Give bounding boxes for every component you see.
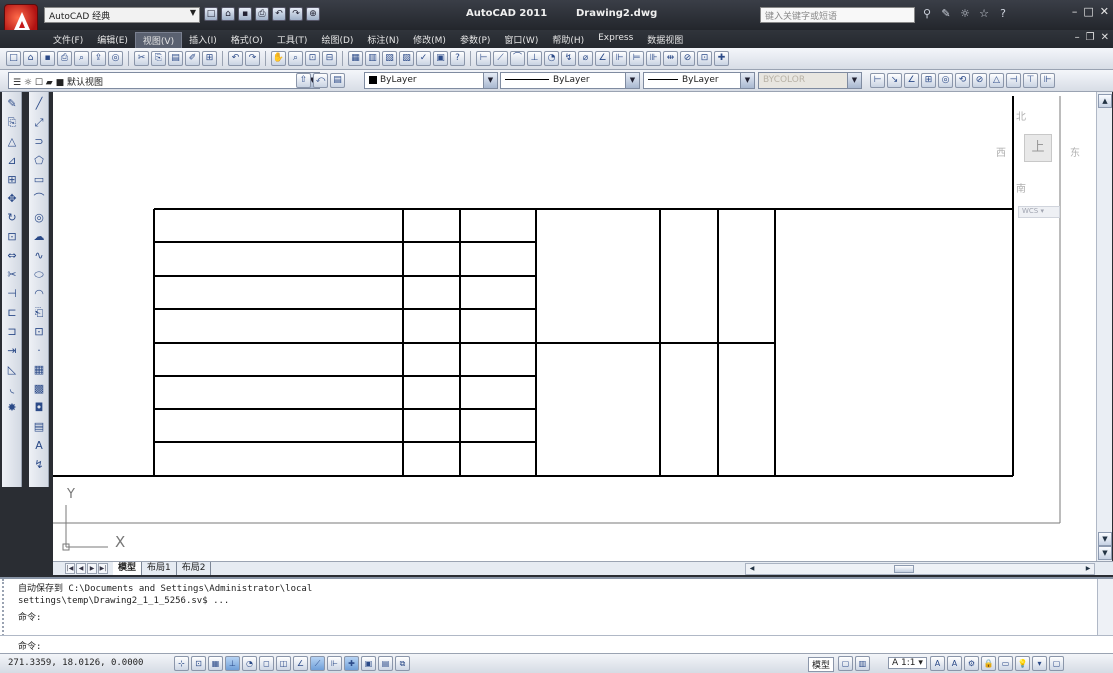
selection-cycling-icon[interactable]: ⧉: [395, 656, 410, 671]
clean-screen-icon[interactable]: ▢: [1049, 656, 1064, 671]
dynamic-ucs-icon[interactable]: ⟋: [310, 656, 325, 671]
tab-navigation: |◀ ◀ ▶ ▶|: [65, 563, 108, 574]
viewcube-west[interactable]: 西: [996, 144, 1006, 159]
object-snap-icon[interactable]: ◻: [259, 656, 274, 671]
tab-layout1[interactable]: 布局1: [142, 562, 177, 575]
workspace-switch-icon[interactable]: ⚙: [964, 656, 979, 671]
status-tray: A A ⚙ 🔒 ▭ 💡 ▾ ▢: [930, 656, 1064, 671]
horizontal-scrollbar[interactable]: ◀ ▶: [745, 563, 1095, 575]
scroll-right-icon[interactable]: ▶: [1082, 564, 1094, 574]
scroll-down-icon[interactable]: ▼: [1098, 532, 1112, 546]
ortho-mode-icon[interactable]: ⊥: [225, 656, 240, 671]
status-bar: 271.3359, 18.0126, 0.0000 ⊹ ⊡ ▦ ⊥ ◔ ◻ ◫ …: [0, 653, 1113, 673]
annotation-visibility-icon[interactable]: A: [930, 656, 945, 671]
tab-layout2[interactable]: 布局2: [177, 562, 212, 575]
tab-model[interactable]: 模型: [113, 562, 143, 575]
snap-mode-icon[interactable]: ⊡: [191, 656, 206, 671]
grid-display-icon[interactable]: ▦: [208, 656, 223, 671]
3d-object-snap-icon[interactable]: ◫: [276, 656, 291, 671]
command-history-line: settings\temp\Drawing2_1_1_5256.sv$ ...: [18, 596, 230, 606]
viewcube-north[interactable]: 北: [1016, 108, 1026, 123]
quick-view-drawings-icon[interactable]: ▥: [855, 656, 870, 671]
first-tab-icon[interactable]: |◀: [65, 563, 75, 574]
object-snap-tracking-icon[interactable]: ∠: [293, 656, 308, 671]
command-scrollbar[interactable]: [1097, 579, 1113, 635]
prev-tab-icon[interactable]: ◀: [76, 563, 86, 574]
auto-scale-icon[interactable]: A: [947, 656, 962, 671]
model-space-button[interactable]: 模型: [808, 657, 835, 672]
command-history-line: 自动保存到 C:\Documents and Settings\Administ…: [18, 584, 313, 594]
status-menu-icon[interactable]: ▾: [1032, 656, 1047, 671]
scroll-up-icon[interactable]: ▲: [1098, 94, 1112, 108]
toolbar-lock-icon[interactable]: 🔒: [981, 656, 996, 671]
command-history-line: 命令:: [18, 613, 42, 623]
polar-tracking-icon[interactable]: ◔: [242, 656, 257, 671]
dynamic-input-icon[interactable]: ⊩: [327, 656, 342, 671]
command-window: 自动保存到 C:\Documents and Settings\Administ…: [0, 577, 1113, 653]
next-tab-icon[interactable]: ▶: [87, 563, 97, 574]
transparency-icon[interactable]: ▣: [361, 656, 376, 671]
last-tab-icon[interactable]: ▶|: [98, 563, 108, 574]
quick-view-layouts-icon[interactable]: ▢: [838, 656, 853, 671]
annotation-scale[interactable]: A 1:1 ▾: [888, 657, 927, 669]
command-prompt: 命令:: [18, 642, 42, 652]
ucs-y-label: Y: [67, 487, 75, 502]
viewcube-south[interactable]: 南: [1016, 180, 1026, 195]
view-cube[interactable]: 北 西 上 南 WCS ▾: [992, 96, 1064, 226]
scroll-down-end-icon[interactable]: ▼: [1098, 546, 1112, 560]
hardware-acceleration-icon[interactable]: ▭: [998, 656, 1013, 671]
scroll-left-icon[interactable]: ◀: [746, 564, 758, 574]
ucs-x-label: X: [115, 533, 126, 551]
layout-tab-bar: |◀ ◀ ▶ ▶| 模型 布局1 布局2 ◀ ▶: [53, 561, 1113, 575]
drafting-settings: ⊹ ⊡ ▦ ⊥ ◔ ◻ ◫ ∠ ⟋ ⊩ ✚ ▣ ▤ ⧉: [174, 656, 410, 671]
isolate-objects-icon[interactable]: 💡: [1015, 656, 1030, 671]
vertical-scrollbar[interactable]: ▲ ▼ ▼: [1096, 92, 1112, 561]
lineweight-icon[interactable]: ✚: [344, 656, 359, 671]
viewcube-east[interactable]: 东: [1070, 144, 1080, 159]
viewcube-top-face[interactable]: 上: [1024, 134, 1052, 162]
infer-constraints-icon[interactable]: ⊹: [174, 656, 189, 671]
wcs-menu[interactable]: WCS ▾: [1018, 206, 1060, 218]
quick-properties-icon[interactable]: ▤: [378, 656, 393, 671]
coordinate-display[interactable]: 271.3359, 18.0126, 0.0000: [8, 658, 143, 668]
command-input[interactable]: 命令:: [0, 635, 1113, 653]
layout-quick-view: ▢ ▥: [838, 656, 870, 671]
scroll-thumb[interactable]: [894, 565, 914, 573]
layout-tabs: 模型 布局1 布局2: [113, 562, 212, 575]
